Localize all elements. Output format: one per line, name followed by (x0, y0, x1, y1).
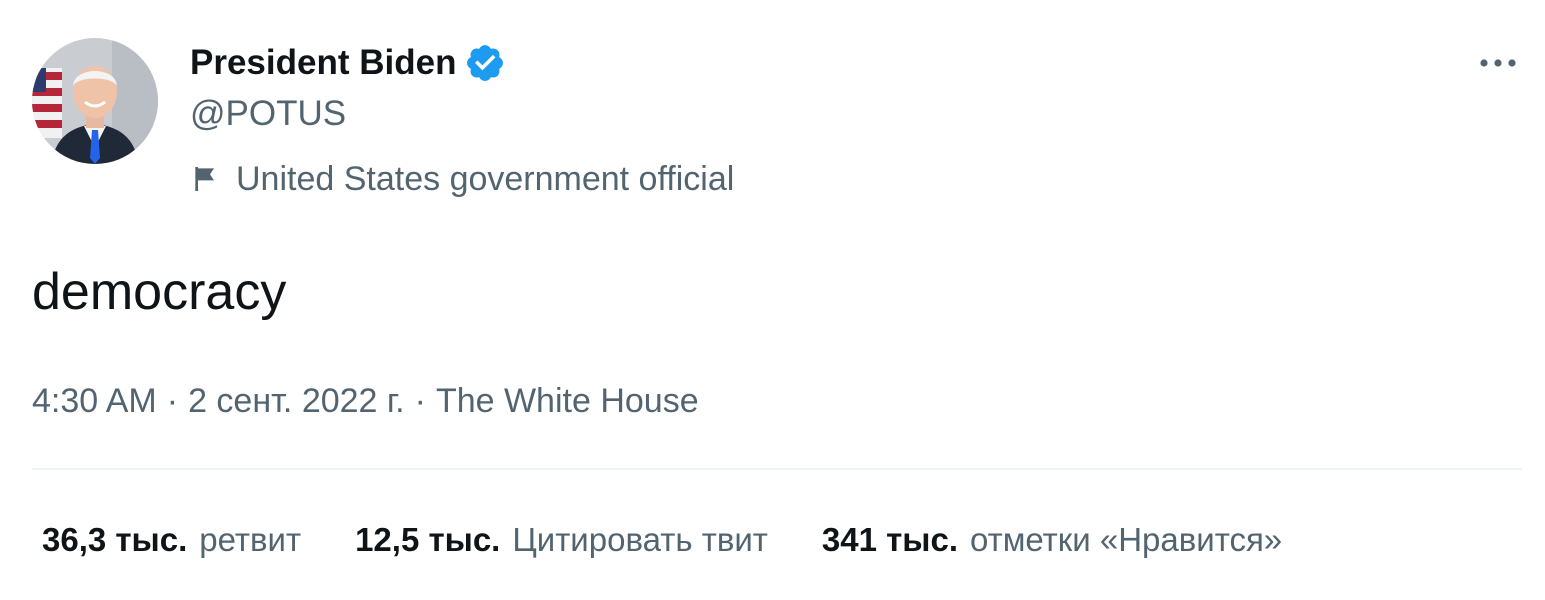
quotes-stat[interactable]: 12,5 тыс. Цитировать твит (355, 521, 768, 559)
tweet-stats: 36,3 тыс. ретвит 12,5 тыс. Цитировать тв… (42, 516, 1336, 564)
verified-badge-icon (467, 45, 504, 81)
avatar[interactable] (32, 38, 158, 164)
retweets-stat[interactable]: 36,3 тыс. ретвит (42, 521, 301, 559)
more-options-button[interactable] (1472, 40, 1524, 86)
tweet-time[interactable]: 4:30 AM (32, 382, 157, 421)
more-horizontal-icon (1480, 59, 1516, 67)
likes-label: отметки «Нравится» (970, 521, 1283, 558)
retweets-count: 36,3 тыс. (42, 521, 188, 558)
flag-stripes (32, 68, 62, 138)
avatar-image (32, 38, 158, 164)
account-label[interactable]: United States government official (190, 156, 734, 202)
quotes-label: Цитировать твит (512, 521, 768, 558)
tweet-source[interactable]: The White House (436, 382, 699, 421)
display-name-text: President Biden (190, 43, 457, 82)
meta-separator: · (414, 381, 426, 420)
meta-separator: · (166, 381, 179, 420)
author-display-name[interactable]: President Biden (190, 40, 506, 86)
tweet-text: democracy (32, 263, 287, 321)
retweets-label: ретвит (199, 521, 302, 558)
tweet-meta: 4:30 AM · 2 сент. 2022 г. · The White Ho… (32, 378, 699, 424)
quotes-count: 12,5 тыс. (355, 521, 501, 558)
likes-count: 341 тыс. (821, 521, 958, 558)
likes-stat[interactable]: 341 тыс. отметки «Нравится» (822, 521, 1282, 559)
flag-icon (195, 167, 214, 191)
author-handle[interactable]: @POTUS (190, 94, 346, 134)
tweet-date[interactable]: 2 сент. 2022 г. (188, 382, 405, 421)
account-label-text: United States government official (236, 159, 735, 198)
divider (32, 468, 1522, 470)
